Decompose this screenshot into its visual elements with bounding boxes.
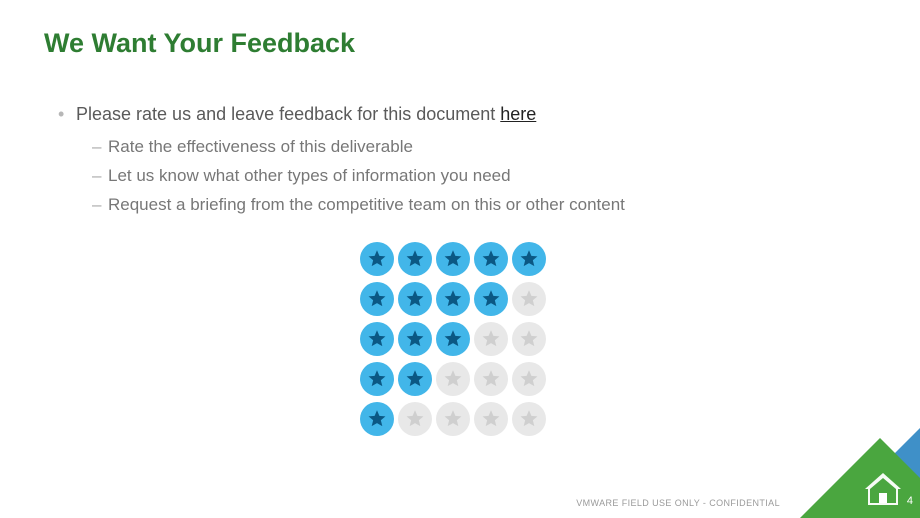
rating-star[interactable] xyxy=(474,322,508,356)
star-icon xyxy=(366,368,388,390)
confidential-footer: VMWARE FIELD USE ONLY - CONFIDENTIAL xyxy=(576,498,780,508)
rating-star[interactable] xyxy=(398,362,432,396)
star-icon xyxy=(518,248,540,270)
star-icon xyxy=(404,408,426,430)
star-icon xyxy=(518,368,540,390)
rating-star[interactable] xyxy=(360,282,394,316)
rating-row xyxy=(360,242,560,276)
star-icon xyxy=(366,328,388,350)
star-icon xyxy=(366,408,388,430)
sub-bullet: Let us know what other types of informat… xyxy=(92,162,876,191)
rating-star[interactable] xyxy=(398,322,432,356)
star-icon xyxy=(480,368,502,390)
star-icon xyxy=(480,248,502,270)
rating-widget xyxy=(360,242,560,436)
star-icon xyxy=(404,368,426,390)
rating-star[interactable] xyxy=(436,282,470,316)
star-icon xyxy=(404,288,426,310)
sub-bullet-list: Rate the effectiveness of this deliverab… xyxy=(76,133,876,220)
bullet-text: Please rate us and leave feedback for th… xyxy=(76,104,500,124)
star-icon xyxy=(442,408,464,430)
corner-decoration xyxy=(770,428,920,518)
star-icon xyxy=(404,328,426,350)
rating-star[interactable] xyxy=(512,402,546,436)
rating-star[interactable] xyxy=(360,402,394,436)
sub-bullet: Rate the effectiveness of this deliverab… xyxy=(92,133,876,162)
rating-star[interactable] xyxy=(474,282,508,316)
star-icon xyxy=(442,248,464,270)
main-bullet: Please rate us and leave feedback for th… xyxy=(58,101,876,220)
star-icon xyxy=(442,328,464,350)
rating-star[interactable] xyxy=(436,362,470,396)
rating-star[interactable] xyxy=(398,282,432,316)
slide: We Want Your Feedback Please rate us and… xyxy=(0,0,920,518)
rating-star[interactable] xyxy=(398,242,432,276)
rating-star[interactable] xyxy=(474,242,508,276)
sub-bullet: Request a briefing from the competitive … xyxy=(92,191,876,220)
star-icon xyxy=(480,408,502,430)
rating-star[interactable] xyxy=(436,322,470,356)
star-icon xyxy=(366,288,388,310)
rating-star[interactable] xyxy=(360,242,394,276)
rating-star[interactable] xyxy=(398,402,432,436)
page-number: 4 xyxy=(907,495,913,507)
star-icon xyxy=(518,288,540,310)
page-title: We Want Your Feedback xyxy=(44,28,876,59)
star-icon xyxy=(404,248,426,270)
rating-star[interactable] xyxy=(360,362,394,396)
rating-star[interactable] xyxy=(360,322,394,356)
star-icon xyxy=(442,288,464,310)
rating-row xyxy=(360,282,560,316)
rating-star[interactable] xyxy=(512,242,546,276)
star-icon xyxy=(480,328,502,350)
star-icon xyxy=(518,328,540,350)
rating-star[interactable] xyxy=(512,282,546,316)
rating-row xyxy=(360,402,560,436)
main-bullet-list: Please rate us and leave feedback for th… xyxy=(44,101,876,220)
star-icon xyxy=(518,408,540,430)
star-icon xyxy=(480,288,502,310)
rating-star[interactable] xyxy=(512,362,546,396)
rating-star[interactable] xyxy=(512,322,546,356)
feedback-link[interactable]: here xyxy=(500,104,536,124)
rating-star[interactable] xyxy=(436,402,470,436)
rating-star[interactable] xyxy=(436,242,470,276)
star-icon xyxy=(442,368,464,390)
rating-row xyxy=(360,322,560,356)
rating-star[interactable] xyxy=(474,402,508,436)
star-icon xyxy=(366,248,388,270)
rating-star[interactable] xyxy=(474,362,508,396)
rating-row xyxy=(360,362,560,396)
